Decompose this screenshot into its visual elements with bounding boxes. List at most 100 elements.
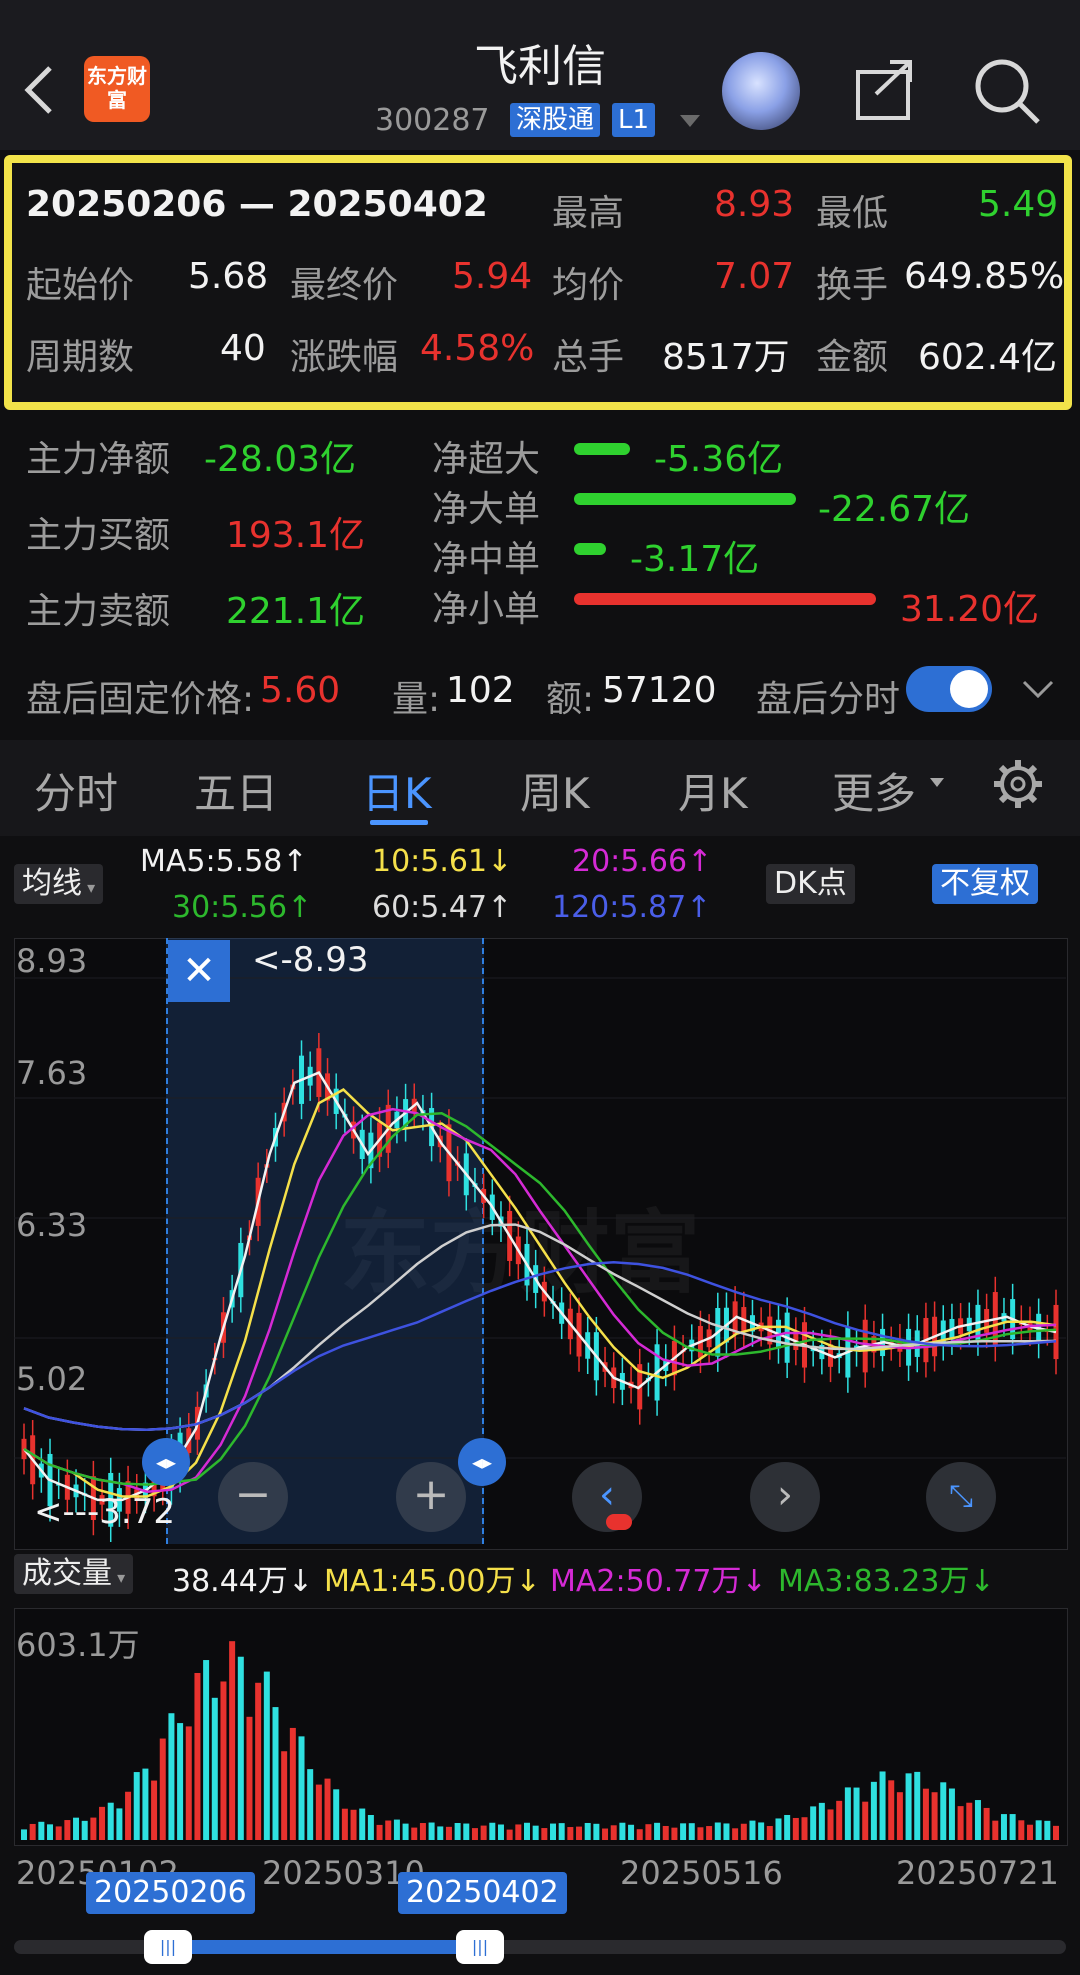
- volume-bar: [281, 1751, 288, 1840]
- volume-bar: [1053, 1825, 1059, 1840]
- y-label-2: 7.63: [16, 1054, 88, 1092]
- volume-bar: [428, 1822, 435, 1840]
- y-label-3: 6.33: [16, 1206, 88, 1244]
- vol-value: 8517万: [662, 337, 790, 378]
- periods-value: 40: [220, 328, 266, 369]
- range-slider-fill: [166, 1940, 478, 1954]
- volume-bar: [610, 1825, 617, 1840]
- tab-weekly-k[interactable]: 周K: [520, 760, 590, 821]
- volume-bar: [445, 1826, 452, 1840]
- tab-monthly-k[interactable]: 月K: [678, 760, 748, 821]
- share-icon[interactable]: [852, 56, 918, 122]
- volume-bar: [948, 1788, 955, 1840]
- volume-bar: [723, 1823, 730, 1840]
- range-end-badge: 20250402: [398, 1872, 567, 1914]
- after-amt-value: 57120: [602, 670, 717, 711]
- selection-handle-right-icon[interactable]: ◂▸: [458, 1438, 506, 1486]
- volume-bar: [870, 1781, 877, 1840]
- settings-gear-icon[interactable]: [990, 756, 1046, 812]
- volume-bar: [220, 1681, 227, 1840]
- volume-bar: [558, 1823, 565, 1840]
- avg-label: 均价: [552, 265, 625, 306]
- volume-bar: [706, 1826, 713, 1840]
- volume-bar: [766, 1826, 773, 1840]
- volume-bar: [983, 1807, 990, 1840]
- expand-icon[interactable]: [1020, 674, 1056, 704]
- amount-label: 金额: [816, 337, 889, 378]
- volume-bar: [194, 1672, 201, 1840]
- range-slider-right-handle[interactable]: |||: [456, 1930, 504, 1964]
- volume-bar: [463, 1823, 470, 1840]
- range-start-badge: 20250206: [86, 1872, 255, 1914]
- volume-bar: [645, 1824, 652, 1840]
- volume-bar: [654, 1822, 661, 1840]
- tab-intraday[interactable]: 分时: [34, 760, 118, 821]
- volume-selector[interactable]: 成交量 ▾: [14, 1554, 134, 1594]
- tab-daily-k[interactable]: 日K: [362, 760, 432, 821]
- dk-point-button[interactable]: DK点: [766, 864, 855, 904]
- volume-bar: [289, 1727, 296, 1840]
- zoom-in-icon[interactable]: +: [396, 1462, 466, 1532]
- amount-value: 602.4亿: [918, 337, 1058, 378]
- volume-bar: [775, 1818, 782, 1840]
- zoom-out-icon[interactable]: −: [218, 1462, 288, 1532]
- selection-handle-left-icon[interactable]: ◂▸: [142, 1438, 190, 1486]
- range-slider-left-handle[interactable]: |||: [144, 1930, 192, 1964]
- net-xl-label: 净超大: [432, 439, 541, 480]
- volume-bar: [758, 1822, 765, 1840]
- volume-bar: [497, 1824, 504, 1840]
- high-value: 8.93: [714, 184, 795, 225]
- main-sell-label: 主力卖额: [26, 591, 171, 632]
- volume-bar: [680, 1823, 687, 1840]
- volume-bar: [636, 1829, 643, 1840]
- net-l-value: -22.67亿: [818, 489, 971, 530]
- volume-bar: [818, 1802, 825, 1840]
- volume-bar: [99, 1806, 106, 1840]
- net-xl-bar: [574, 443, 630, 455]
- ma60-value: 60:5.47↑: [372, 890, 513, 925]
- volume-bar: [419, 1823, 426, 1840]
- ma-selector[interactable]: 均线 ▾: [14, 864, 104, 904]
- start-label: 起始价: [26, 265, 135, 306]
- adjust-mode-button[interactable]: 不复权: [932, 864, 1038, 904]
- y-label-max: 8.93: [16, 942, 88, 980]
- ma10-value: 10:5.61↓: [372, 844, 513, 879]
- volume-bar: [827, 1809, 834, 1840]
- volume-bar: [367, 1814, 374, 1840]
- after-vol-value: 102: [446, 670, 515, 711]
- assistant-avatar-icon[interactable]: [722, 52, 800, 130]
- volume-bar: [749, 1820, 756, 1840]
- volume-bar: [801, 1817, 808, 1840]
- search-icon[interactable]: [972, 56, 1042, 126]
- volume-bar: [905, 1773, 912, 1840]
- scroll-right-icon[interactable]: ›: [750, 1462, 820, 1532]
- volume-bar: [541, 1828, 548, 1840]
- volume-bar: [151, 1780, 158, 1840]
- volume-bar: [47, 1824, 54, 1840]
- start-value: 5.68: [188, 256, 269, 297]
- volume-bar: [55, 1826, 62, 1840]
- after-toggle-label: 盘后分时: [756, 679, 901, 720]
- volume-bar: [1026, 1824, 1033, 1840]
- dropdown-icon[interactable]: [680, 115, 700, 127]
- stock-title: 飞利信: [474, 41, 606, 92]
- volume-bar: [506, 1829, 513, 1840]
- low-marker: <---3.72: [34, 1492, 175, 1532]
- volume-bar: [862, 1801, 869, 1840]
- net-l-bar: [574, 493, 796, 505]
- ma120-value: 120:5.87↑: [552, 890, 712, 925]
- main-net-value: -28.03亿: [204, 439, 357, 480]
- volume-bar: [159, 1738, 166, 1840]
- volume-bar: [350, 1809, 357, 1840]
- close-selection-icon[interactable]: ✕: [168, 940, 230, 1002]
- tab-more[interactable]: 更多: [832, 760, 916, 821]
- after-hours-toggle[interactable]: [906, 666, 992, 712]
- tab-five-day[interactable]: 五日: [194, 760, 278, 821]
- volume-bar: [185, 1726, 192, 1840]
- net-m-value: -3.17亿: [630, 539, 760, 580]
- volume-bar: [177, 1723, 184, 1840]
- volume-bar: [142, 1768, 149, 1840]
- vol-label: 总手: [552, 337, 625, 378]
- fullscreen-icon[interactable]: ⤡: [926, 1462, 996, 1532]
- ma-line: [23, 1112, 1057, 1486]
